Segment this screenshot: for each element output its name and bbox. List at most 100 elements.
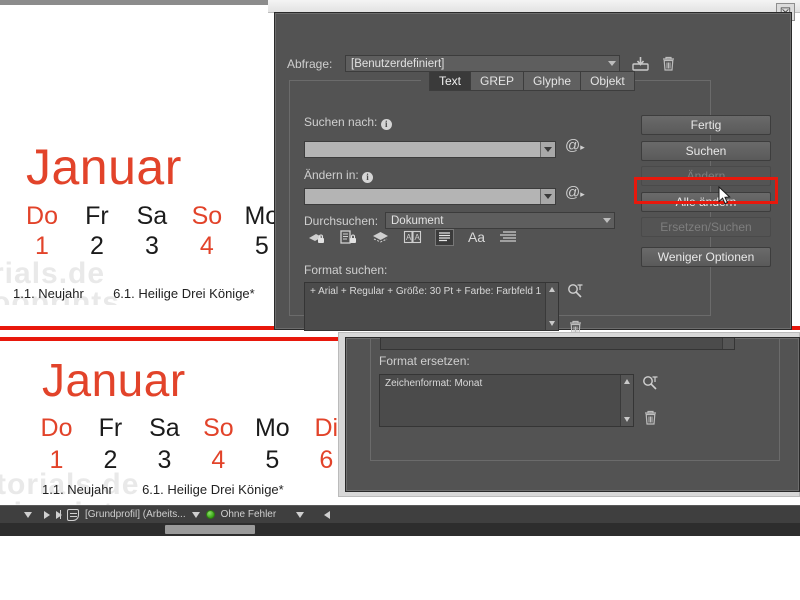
day-cell: 4 xyxy=(183,232,231,261)
holiday-item: 6.1. Heilige Drei Könige* xyxy=(113,286,255,301)
done-button[interactable]: Fertig xyxy=(641,115,771,135)
find-button[interactable]: Suchen xyxy=(641,141,771,161)
weekday-cell: Do xyxy=(18,202,66,231)
weekday-cell: Sa xyxy=(141,414,188,443)
specify-attributes-icon[interactable] xyxy=(567,283,584,300)
holiday-line-top: 1.1. Neujahr 6.1. Heilige Drei Könige* xyxy=(13,286,255,301)
specify-replace-attributes-icon[interactable] xyxy=(642,375,659,392)
holiday-line-bottom: 1.1. Neujahr 6.1. Heilige Drei Könige* xyxy=(42,482,284,497)
weekday-cell: Do xyxy=(33,414,80,443)
search-scope-value: Dokument xyxy=(391,215,443,227)
scroll-down-icon[interactable] xyxy=(624,417,630,422)
scroll-down-icon[interactable] xyxy=(549,321,555,326)
search-options-icon-row[interactable]: A A Aa xyxy=(307,229,518,246)
day-cell: 2 xyxy=(87,446,134,475)
whole-word-icon[interactable] xyxy=(499,229,518,246)
holiday-item: 1.1. Neujahr xyxy=(13,286,84,301)
find-format-box[interactable]: + Arial + Regular + Größe: 30 Pt + Farbe… xyxy=(304,282,559,331)
replace-format-scrollbar[interactable] xyxy=(620,375,633,426)
weekday-cell: So xyxy=(195,414,242,443)
svg-text:A: A xyxy=(406,233,412,242)
find-format-scrollbar[interactable] xyxy=(545,283,558,330)
query-value: [Benutzerdefiniert] xyxy=(351,58,444,70)
scrollbar-thumb[interactable] xyxy=(165,525,255,534)
include-locked-layers-icon[interactable] xyxy=(307,229,326,246)
change-all-highlight-box xyxy=(634,177,778,204)
find-change-dialog[interactable]: Abfrage: [Benutzerdefiniert] Text GREP G… xyxy=(274,12,792,330)
weekday-cell: So xyxy=(183,202,231,231)
day-cell: 1 xyxy=(18,232,66,261)
day-cell: 3 xyxy=(141,446,188,475)
include-footnotes-icon[interactable] xyxy=(435,229,454,246)
calendar-month-title-top: Januar xyxy=(26,138,182,196)
change-to-input[interactable] xyxy=(304,188,556,205)
horizontal-scrollbar-bottom[interactable] xyxy=(0,523,800,536)
tab-glyphe[interactable]: Glyphe xyxy=(524,71,581,91)
save-query-icon[interactable] xyxy=(632,56,649,72)
next-page-icon[interactable] xyxy=(44,511,50,519)
weekday-cell: Fr xyxy=(87,414,134,443)
clear-replace-format-icon[interactable] xyxy=(643,410,658,426)
find-special-char-icon[interactable]: @▸ xyxy=(565,137,585,154)
scroll-up-icon[interactable] xyxy=(549,287,555,292)
search-scope-label: Durchsuchen: xyxy=(304,214,378,228)
weekday-cell: Fr xyxy=(73,202,121,231)
day-cell: 4 xyxy=(195,446,242,475)
fewer-options-button[interactable]: Weniger Optionen xyxy=(641,247,771,267)
find-format-label: Format suchen: xyxy=(304,263,387,277)
find-format-value: + Arial + Regular + Größe: 30 Pt + Farbe… xyxy=(310,286,541,297)
change-to-text: Ändern in: xyxy=(304,168,359,182)
find-what-label: Suchen nach: i xyxy=(304,115,392,130)
search-scope-dropdown[interactable]: Dokument xyxy=(385,212,615,229)
holiday-item: 6.1. Heilige Drei Könige* xyxy=(142,482,284,497)
chevron-down-icon[interactable] xyxy=(540,142,555,157)
query-dropdown[interactable]: [Benutzerdefiniert] xyxy=(345,55,620,72)
replace-format-value: Zeichenformat: Monat xyxy=(385,378,482,389)
chevron-down-icon[interactable] xyxy=(599,213,614,228)
status-bar-bottom[interactable]: [Grundprofil] (Arbeits... Ohne Fehler xyxy=(0,505,800,523)
chevron-down-icon[interactable] xyxy=(540,189,555,204)
chevron-down-icon[interactable] xyxy=(604,56,619,71)
trash-icon[interactable] xyxy=(661,56,676,72)
find-change-dialog-lower-fragment[interactable]: Format ersetzen: Zeichenformat: Monat xyxy=(345,337,800,492)
tab-text[interactable]: Text xyxy=(429,71,471,91)
change-special-char-icon[interactable]: @▸ xyxy=(565,184,585,201)
tab-objekt[interactable]: Objekt xyxy=(581,71,635,91)
preflight-menu-chevron-icon[interactable] xyxy=(296,512,304,518)
case-sensitive-icon[interactable]: Aa xyxy=(467,229,486,246)
zoom-preset-chevron-icon[interactable] xyxy=(24,512,32,518)
tab-grep[interactable]: GREP xyxy=(471,71,524,91)
include-locked-stories-icon[interactable] xyxy=(339,229,358,246)
last-page-icon[interactable] xyxy=(56,511,62,519)
day-cell: 1 xyxy=(33,446,80,475)
find-what-input[interactable] xyxy=(304,141,556,158)
include-master-pages-icon[interactable]: A A xyxy=(403,229,422,246)
status-ok-indicator xyxy=(206,510,215,519)
chevron-down-icon[interactable] xyxy=(192,512,200,518)
scroll-up-icon[interactable] xyxy=(624,379,630,384)
include-hidden-layers-icon[interactable] xyxy=(371,229,390,246)
replace-format-label: Format ersetzen: xyxy=(379,354,470,368)
weekday-cell: Mo xyxy=(249,414,296,443)
weekday-cell: Sa xyxy=(128,202,176,231)
preflight-icon[interactable] xyxy=(67,509,79,521)
day-cell: 3 xyxy=(128,232,176,261)
info-icon[interactable]: i xyxy=(381,119,392,130)
scroll-left-icon[interactable] xyxy=(324,511,330,519)
holiday-item: 1.1. Neujahr xyxy=(42,482,113,497)
day-cell: 5 xyxy=(249,446,296,475)
info-icon[interactable]: i xyxy=(362,172,373,183)
calendar-month-title-bottom: Januar xyxy=(42,353,186,407)
partial-scrollbar xyxy=(722,337,734,349)
change-find-button: Ersetzen/Suchen xyxy=(641,217,771,237)
find-what-text: Suchen nach: xyxy=(304,115,377,129)
day-cell: 2 xyxy=(73,232,121,261)
lower-partial-field xyxy=(380,337,735,350)
mouse-cursor-icon xyxy=(718,186,731,205)
dialog-tabs[interactable]: Text GREP Glyphe Objekt xyxy=(429,71,635,91)
query-label: Abfrage: xyxy=(287,57,332,71)
replace-format-box[interactable]: Zeichenformat: Monat xyxy=(379,374,634,427)
svg-text:A: A xyxy=(415,233,421,242)
preflight-error-label: Ohne Fehler xyxy=(221,509,277,520)
preflight-profile-label: [Grundprofil] (Arbeits... xyxy=(85,509,186,520)
